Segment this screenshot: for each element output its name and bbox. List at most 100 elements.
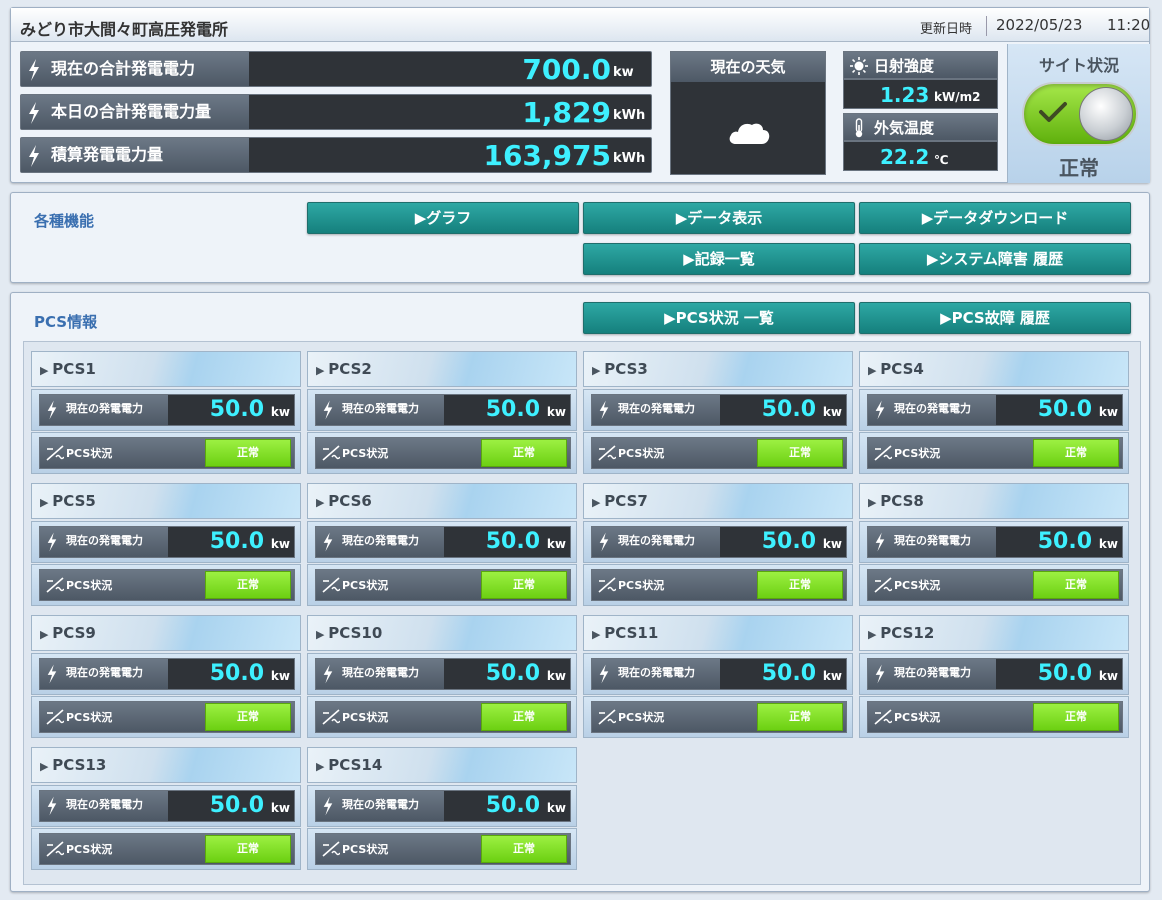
lightning-icon (323, 532, 333, 552)
weather-panel: 現在の天気 (670, 51, 826, 175)
pcs-grid: ▶ PCS1 現在の発電電力 50.0 kw PCS状況 正常 ▶ PCS2 現… (23, 341, 1141, 885)
pcs-status-label: PCS状況 (342, 843, 389, 856)
pcs-status-badge: 正常 (757, 703, 843, 731)
system-fault-history-button[interactable]: ▶システム障害 履歴 (859, 243, 1131, 275)
pcs-card-header[interactable]: ▶ PCS7 (583, 483, 853, 519)
inverter-icon (46, 577, 64, 593)
stat-current-power: 現在の合計発電電力 700.0 kw (20, 51, 652, 87)
pcs-card-header[interactable]: ▶ PCS13 (31, 747, 301, 783)
pcs-power-row: 現在の発電電力 50.0 kw (583, 653, 853, 695)
record-list-button[interactable]: ▶記録一覧 (583, 243, 855, 275)
pcs-card-header[interactable]: ▶ PCS2 (307, 351, 577, 387)
pcs-power-row: 現在の発電電力 50.0 kw (859, 653, 1129, 695)
cloud-icon (729, 123, 770, 144)
pcs-card-8: ▶ PCS8 現在の発電電力 50.0 kw PCS状況 正常 (859, 483, 1129, 606)
toggle-knob (1079, 87, 1133, 141)
temperature-header: 外気温度 (843, 113, 998, 141)
stat-label-text: 積算発電電力量 (51, 145, 164, 164)
pcs-status-badge: 正常 (1033, 571, 1119, 599)
pcs-power-value: 50.0 (761, 397, 816, 422)
pcs-card-header[interactable]: ▶ PCS11 (583, 615, 853, 651)
pcs-power-row: 現在の発電電力 50.0 kw (859, 389, 1129, 431)
pcs-power-value: 50.0 (485, 529, 540, 554)
pcs-power-label-text: 現在の発電電力 (342, 666, 419, 679)
pcs-status-bar: PCS状況 正常 (591, 437, 847, 469)
stat-label-text: 本日の合計発電電力量 (51, 102, 212, 121)
pcs-fault-history-button[interactable]: ▶PCS故障 履歴 (859, 302, 1131, 334)
irradiance-unit: kW/m2 (934, 90, 981, 104)
pcs-status-bar: PCS状況 正常 (39, 437, 295, 469)
pcs-status-label: PCS状況 (894, 579, 941, 592)
inverter-icon (322, 445, 340, 461)
pcs-name: ▶ PCS7 (592, 492, 648, 510)
pcs-card-header[interactable]: ▶ PCS4 (859, 351, 1129, 387)
pcs-power-unit: kw (1098, 537, 1118, 551)
pcs-status-badge: 正常 (205, 835, 291, 863)
pcs-power-value: 50.0 (485, 397, 540, 422)
pcs-name: ▶ PCS5 (40, 492, 96, 510)
pcs-power-label: 現在の発電電力 (868, 527, 996, 557)
site-status-title: サイト状況 (1038, 56, 1119, 75)
environment-panel: 日射強度 1.23 kW/m2 外気温度 22.2 ℃ (843, 51, 998, 175)
pcs-power-bar: 現在の発電電力 50.0 kw (315, 394, 571, 426)
pcs-power-bar: 現在の発電電力 50.0 kw (591, 658, 847, 690)
pcs-card-header[interactable]: ▶ PCS6 (307, 483, 577, 519)
stat-value: 1,829 (522, 96, 611, 129)
pcs-status-list-button[interactable]: ▶PCS状況 一覧 (583, 302, 855, 334)
lightning-icon (875, 532, 885, 552)
pcs-card-header[interactable]: ▶ PCS5 (31, 483, 301, 519)
pcs-card-6: ▶ PCS6 現在の発電電力 50.0 kw PCS状況 正常 (307, 483, 577, 606)
functions-title: 各種機能 (34, 212, 95, 230)
pcs-power-label-text: 現在の発電電力 (66, 798, 143, 811)
pcs-card-header[interactable]: ▶ PCS3 (583, 351, 853, 387)
data-download-button[interactable]: ▶データダウンロード (859, 202, 1131, 234)
pcs-status-badge: 正常 (205, 703, 291, 731)
pcs-power-value: 50.0 (485, 661, 540, 686)
pcs-expand-arrow-icon: ▶ (316, 496, 329, 509)
pcs-status-badge: 正常 (1033, 439, 1119, 467)
pcs-card-header[interactable]: ▶ PCS14 (307, 747, 577, 783)
header-panel: みどり市大間々町高圧発電所 更新日時 2022/05/23 11:20 現在の合… (10, 7, 1150, 183)
pcs-name: ▶ PCS9 (40, 624, 96, 642)
pcs-card-header[interactable]: ▶ PCS10 (307, 615, 577, 651)
pcs-title: PCS情報 (34, 313, 98, 331)
pcs-status-badge: 正常 (757, 571, 843, 599)
lightning-icon (29, 145, 39, 167)
graph-button[interactable]: ▶グラフ (307, 202, 579, 234)
pcs-status-badge: 正常 (1033, 703, 1119, 731)
pcs-status-row: PCS状況 正常 (31, 432, 301, 474)
functions-panel: 各種機能 ▶グラフ ▶データ表示 ▶データダウンロード ▶記録一覧 ▶システム障… (10, 192, 1150, 283)
pcs-card-9: ▶ PCS9 現在の発電電力 50.0 kw PCS状況 正常 (31, 615, 301, 738)
pcs-status-row: PCS状況 正常 (307, 696, 577, 738)
pcs-card-header[interactable]: ▶ PCS9 (31, 615, 301, 651)
lightning-icon (323, 796, 333, 816)
pcs-card-header[interactable]: ▶ PCS1 (31, 351, 301, 387)
pcs-status-row: PCS状況 正常 (583, 432, 853, 474)
pcs-power-value: 50.0 (1037, 529, 1092, 554)
stat-label-text: 現在の合計発電電力 (51, 59, 196, 78)
stat-label: 本日の合計発電電力量 (21, 95, 249, 129)
pcs-card-13: ▶ PCS13 現在の発電電力 50.0 kw PCS状況 正常 (31, 747, 301, 870)
pcs-status-label: PCS状況 (618, 711, 665, 724)
pcs-power-bar: 現在の発電電力 50.0 kw (39, 394, 295, 426)
pcs-expand-arrow-icon: ▶ (592, 364, 605, 377)
pcs-power-label-text: 現在の発電電力 (618, 666, 695, 679)
data-display-button[interactable]: ▶データ表示 (583, 202, 855, 234)
pcs-status-badge: 正常 (481, 571, 567, 599)
pcs-power-label-text: 現在の発電電力 (894, 402, 971, 415)
pcs-expand-arrow-icon: ▶ (868, 364, 881, 377)
pcs-power-label-text: 現在の発電電力 (342, 798, 419, 811)
pcs-power-value: 50.0 (209, 397, 264, 422)
pcs-status-row: PCS状況 正常 (859, 564, 1129, 606)
pcs-status-bar: PCS状況 正常 (315, 833, 571, 865)
irradiance-header: 日射強度 (843, 51, 998, 79)
lightning-icon (875, 400, 885, 420)
pcs-status-label: PCS状況 (342, 447, 389, 460)
pcs-status-bar: PCS状況 正常 (591, 569, 847, 601)
pcs-power-unit: kw (270, 801, 290, 815)
pcs-power-label: 現在の発電電力 (868, 659, 996, 689)
pcs-status-row: PCS状況 正常 (31, 828, 301, 870)
pcs-card-header[interactable]: ▶ PCS12 (859, 615, 1129, 651)
pcs-card-header[interactable]: ▶ PCS8 (859, 483, 1129, 519)
pcs-power-bar: 現在の発電電力 50.0 kw (39, 658, 295, 690)
